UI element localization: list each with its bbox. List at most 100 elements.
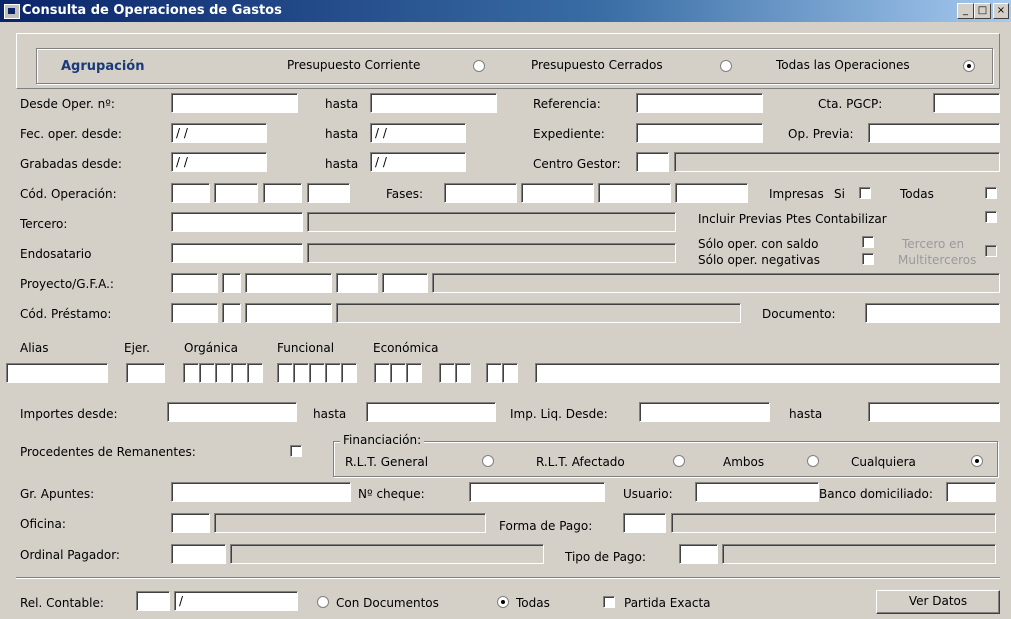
economica-input-5[interactable] bbox=[455, 363, 471, 383]
hasta-oper-input[interactable] bbox=[370, 93, 497, 113]
fec-desde-input[interactable]: / / bbox=[171, 123, 267, 143]
ordinal-input[interactable] bbox=[171, 544, 226, 564]
con-documentos-label: Con Documentos bbox=[336, 596, 439, 610]
radio-ambos[interactable] bbox=[807, 455, 819, 467]
importes-hasta-input[interactable] bbox=[366, 402, 496, 422]
op-previa-input[interactable] bbox=[868, 123, 1000, 143]
cod-operacion-input-4[interactable] bbox=[307, 183, 350, 203]
partida-desc-input[interactable] bbox=[535, 363, 1000, 383]
organica-input-4[interactable] bbox=[231, 363, 247, 383]
desde-oper-input[interactable] bbox=[171, 93, 298, 113]
proyecto-desc-field bbox=[432, 273, 1000, 293]
organica-input-1[interactable] bbox=[183, 363, 199, 383]
close-button[interactable]: × bbox=[993, 3, 1009, 19]
cod-operacion-input-2[interactable] bbox=[214, 183, 258, 203]
economica-input-2[interactable] bbox=[390, 363, 406, 383]
gr-apuntes-input[interactable] bbox=[171, 482, 351, 502]
funcional-label: Funcional bbox=[277, 341, 335, 355]
tipo-pago-input[interactable] bbox=[679, 544, 718, 564]
radio-presupuesto-cerrados[interactable] bbox=[720, 60, 732, 72]
economica-input-3[interactable] bbox=[406, 363, 422, 383]
fases-input-2[interactable] bbox=[521, 183, 594, 203]
importes-desde-input[interactable] bbox=[167, 402, 297, 422]
cta-pgcp-input[interactable] bbox=[933, 93, 1000, 113]
referencia-label: Referencia: bbox=[533, 97, 601, 111]
radio-con-documentos[interactable] bbox=[317, 596, 329, 608]
impresas-todas-checkbox[interactable] bbox=[985, 187, 997, 199]
fec-hasta-input[interactable]: / / bbox=[370, 123, 466, 143]
funcional-input-2[interactable] bbox=[293, 363, 309, 383]
importes-hasta-label: hasta bbox=[313, 407, 347, 421]
tercero-desc-field bbox=[307, 212, 676, 232]
cod-prestamo-input-1[interactable] bbox=[171, 303, 218, 323]
centro-gestor-code-input[interactable] bbox=[636, 152, 669, 172]
funcional-input-3[interactable] bbox=[309, 363, 325, 383]
ver-datos-button[interactable]: Ver Datos bbox=[876, 590, 1000, 614]
minimize-button[interactable]: _ bbox=[957, 3, 974, 19]
oficina-input[interactable] bbox=[171, 513, 210, 533]
cod-operacion-input-3[interactable] bbox=[263, 183, 302, 203]
solo-saldo-checkbox[interactable] bbox=[862, 236, 874, 248]
radio-todas-operaciones[interactable] bbox=[963, 60, 975, 72]
oficina-label: Oficina: bbox=[20, 517, 66, 531]
organica-input-3[interactable] bbox=[215, 363, 231, 383]
funcional-input-5[interactable] bbox=[341, 363, 357, 383]
funcional-input-1[interactable] bbox=[277, 363, 293, 383]
organica-input-2[interactable] bbox=[199, 363, 215, 383]
proyecto-input-5[interactable] bbox=[382, 273, 428, 293]
economica-input-7[interactable] bbox=[502, 363, 518, 383]
documento-input[interactable] bbox=[865, 303, 1000, 323]
usuario-label: Usuario: bbox=[623, 487, 673, 501]
centro-gestor-desc-field bbox=[674, 152, 1000, 172]
tercero-input[interactable] bbox=[171, 212, 303, 232]
cod-prestamo-input-3[interactable] bbox=[245, 303, 332, 323]
partida-exacta-checkbox[interactable] bbox=[603, 596, 615, 608]
solo-negativas-checkbox[interactable] bbox=[862, 253, 874, 265]
forma-pago-label: Forma de Pago: bbox=[499, 519, 593, 533]
hasta-label: hasta bbox=[325, 127, 359, 141]
organica-input-5[interactable] bbox=[247, 363, 263, 383]
procedentes-checkbox[interactable] bbox=[290, 445, 302, 457]
solo-negativas-label: Sólo oper. negativas bbox=[698, 253, 820, 267]
grab-desde-input[interactable]: / / bbox=[171, 152, 267, 172]
alias-input[interactable] bbox=[6, 363, 108, 383]
fases-input-4[interactable] bbox=[675, 183, 748, 203]
economica-input-1[interactable] bbox=[374, 363, 390, 383]
documento-label: Documento: bbox=[762, 307, 836, 321]
impresas-si-checkbox[interactable] bbox=[859, 187, 871, 199]
app-icon bbox=[4, 4, 20, 19]
radio-todas-footer[interactable] bbox=[497, 596, 509, 608]
incluir-previas-checkbox[interactable] bbox=[985, 211, 997, 223]
imp-liq-desde-input[interactable] bbox=[639, 402, 770, 422]
radio-rlt-afectado[interactable] bbox=[673, 455, 685, 467]
forma-pago-input[interactable] bbox=[623, 513, 666, 533]
imp-liq-hasta-input[interactable] bbox=[868, 402, 1000, 422]
radio-rlt-general[interactable] bbox=[482, 455, 494, 467]
fases-input-3[interactable] bbox=[598, 183, 671, 203]
proyecto-input-1[interactable] bbox=[171, 273, 218, 293]
endosatario-input[interactable] bbox=[171, 243, 303, 263]
funcional-input-4[interactable] bbox=[325, 363, 341, 383]
cod-prestamo-input-2[interactable] bbox=[222, 303, 241, 323]
economica-input-4[interactable] bbox=[439, 363, 455, 383]
ejer-input[interactable] bbox=[126, 363, 165, 383]
radio-cualquiera[interactable] bbox=[971, 455, 983, 467]
cod-operacion-input-1[interactable] bbox=[171, 183, 210, 203]
rel-contable-input[interactable] bbox=[136, 591, 170, 611]
proyecto-input-2[interactable] bbox=[222, 273, 241, 293]
economica-input-6[interactable] bbox=[486, 363, 502, 383]
proyecto-input-3[interactable] bbox=[245, 273, 332, 293]
referencia-input[interactable] bbox=[636, 93, 763, 113]
maximize-button[interactable]: □ bbox=[974, 3, 991, 19]
grab-hasta-input[interactable]: / / bbox=[370, 152, 466, 172]
usuario-input[interactable] bbox=[695, 482, 819, 502]
proyecto-input-4[interactable] bbox=[336, 273, 378, 293]
expediente-input[interactable] bbox=[636, 123, 763, 143]
radio-presupuesto-corriente[interactable] bbox=[473, 60, 485, 72]
expediente-label: Expediente: bbox=[533, 127, 605, 141]
rel-contable-date-input[interactable]: / bbox=[174, 591, 298, 611]
fases-input-1[interactable] bbox=[444, 183, 517, 203]
radio-label-todas: Todas las Operaciones bbox=[776, 58, 910, 72]
banco-input[interactable] bbox=[946, 482, 996, 502]
n-cheque-input[interactable] bbox=[469, 482, 605, 502]
